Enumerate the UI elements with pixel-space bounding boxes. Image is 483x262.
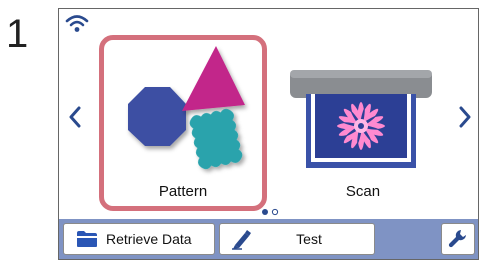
chevron-right-icon xyxy=(459,106,471,128)
test-button[interactable]: Test xyxy=(219,223,375,255)
page-indicator xyxy=(262,208,279,216)
device-screen: Pattern Scan Retrieve Data Test xyxy=(58,8,479,260)
pattern-tile[interactable]: Pattern xyxy=(99,35,267,211)
prev-page-button[interactable] xyxy=(63,97,87,137)
wrench-icon xyxy=(448,230,466,248)
next-page-button[interactable] xyxy=(453,97,477,137)
scanner-icon xyxy=(290,70,432,168)
chevron-left-icon xyxy=(69,106,81,128)
page-dot-active xyxy=(262,209,268,215)
pattern-shapes-icon xyxy=(128,46,245,170)
retrieve-data-label: Retrieve Data xyxy=(106,231,192,247)
retrieve-data-button[interactable]: Retrieve Data xyxy=(63,223,215,255)
page-dot-inactive xyxy=(271,208,279,216)
step-number: 1 xyxy=(6,12,29,56)
scan-label: Scan xyxy=(345,183,381,200)
wifi-icon xyxy=(65,15,89,32)
bottom-toolbar: Retrieve Data Test xyxy=(59,219,478,259)
test-label: Test xyxy=(296,231,322,247)
pattern-label: Pattern xyxy=(158,183,208,200)
scan-tile[interactable]: Scan xyxy=(279,35,447,211)
folder-icon xyxy=(77,231,97,247)
settings-button[interactable] xyxy=(441,223,475,255)
